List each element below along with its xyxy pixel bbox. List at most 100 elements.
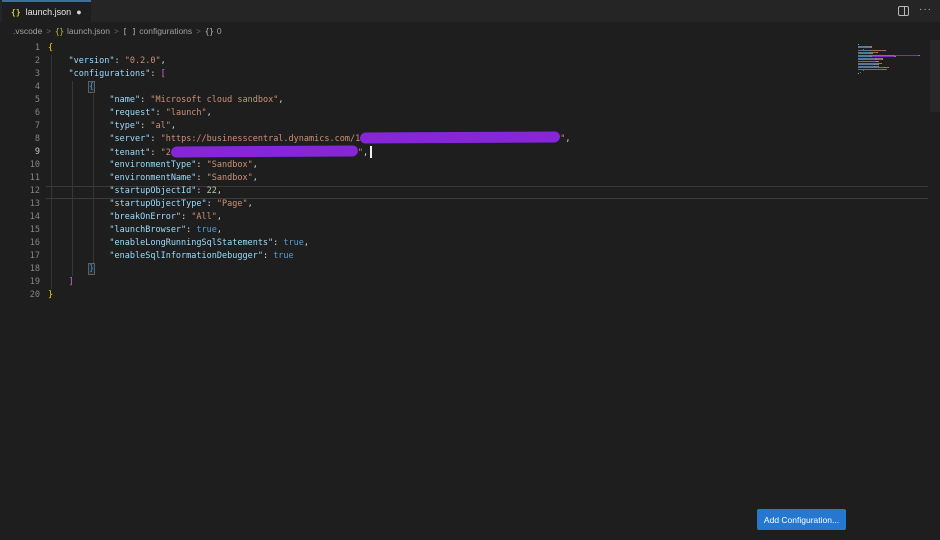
code-token: "launch" — [165, 108, 207, 118]
code-line-15[interactable]: "launchBrowser": true, — [48, 224, 570, 237]
minimap-segment — [887, 67, 889, 69]
code-token: : — [196, 160, 207, 170]
minimap-segment — [881, 62, 882, 64]
code-token: true — [196, 225, 217, 235]
tab-launch-json[interactable]: {} launch.json ● — [2, 0, 91, 22]
breadcrumb-item-launch-json[interactable]: {} launch.json — [55, 26, 110, 36]
code-token: , — [565, 134, 571, 144]
code-line-19[interactable]: ] — [48, 276, 570, 289]
breadcrumb-label: 0 — [216, 26, 222, 36]
code-token: : — [150, 148, 161, 158]
redaction-marker — [170, 145, 358, 158]
code-token: , — [216, 212, 223, 222]
code-token: "type" — [48, 121, 141, 131]
line-number: 19 — [29, 277, 40, 287]
code-token: , — [216, 225, 223, 235]
line-number: 2 — [34, 56, 40, 66]
breadcrumb-item--vscode[interactable]: .vscode — [13, 26, 42, 36]
line-number: 1 — [34, 43, 40, 53]
code-token: { — [48, 43, 54, 53]
code-token: "environmentName" — [48, 173, 197, 183]
minimap-segment — [860, 71, 861, 73]
code-editor[interactable]: 1 2 3 4 5 6 7 8 9 10 11 12 13 14 15 16 17 18 19 20 { "versi… — [0, 40, 940, 540]
code-token: : — [140, 121, 151, 131]
line-number: 15 — [29, 225, 40, 235]
code-token: "startupObjectId" — [48, 186, 197, 196]
line-number: 9 — [34, 147, 40, 157]
code-token: "version" — [48, 56, 115, 66]
minimap-segment — [894, 56, 896, 58]
code-line-2[interactable]: "version": "0.2.0", — [48, 55, 570, 68]
code-line-12[interactable]: "startupObjectId": 22, — [48, 185, 570, 198]
code-line-1[interactable]: { — [48, 42, 570, 55]
code-line-16[interactable]: "enableLongRunningSqlStatements": true, — [48, 237, 570, 250]
code-line-4[interactable]: { — [48, 81, 570, 94]
more-actions-icon[interactable]: ··· — [919, 4, 932, 18]
breadcrumb-item-0[interactable]: {} 0 — [205, 26, 222, 36]
breadcrumb-item-configurations[interactable]: [ ] configurations — [123, 26, 192, 36]
code-token: , — [206, 108, 212, 118]
code-token: "enableSqlInformationDebugger" — [48, 251, 263, 261]
code-token: : — [155, 108, 166, 118]
minimap-segment — [881, 59, 883, 61]
breadcrumb: .vscode >{} launch.json >[ ] configurations >… — [0, 22, 940, 40]
breadcrumb-label: configurations — [139, 26, 193, 36]
code-token: } — [87, 263, 96, 275]
code-token: "al" — [150, 121, 171, 131]
code-token: , — [362, 148, 369, 158]
minimap-segment — [884, 50, 886, 52]
code-token: : — [206, 199, 217, 209]
scrollbar[interactable] — [930, 40, 940, 112]
line-number: 8 — [34, 134, 40, 144]
json-file-icon: {} — [11, 7, 21, 17]
code-token: "Page" — [216, 199, 248, 209]
code-token: : — [140, 95, 151, 105]
code-line-10[interactable]: "environmentType": "Sandbox", — [48, 159, 570, 172]
code-line-6[interactable]: "request": "launch", — [48, 107, 570, 120]
code-line-20[interactable]: } — [48, 289, 570, 302]
minimap-segment — [918, 54, 920, 56]
unsaved-changes-dot-icon[interactable]: ● — [76, 7, 81, 17]
code-line-18[interactable]: } — [48, 263, 570, 276]
minimap[interactable] — [858, 44, 928, 75]
code-token: "server" — [48, 134, 151, 144]
line-number: 12 — [29, 186, 40, 196]
line-number: 4 — [34, 82, 40, 92]
text-cursor — [370, 146, 372, 158]
code-token: , — [170, 121, 176, 131]
code-token: "environmentType" — [48, 160, 197, 170]
code-token: "launchBrowser" — [48, 225, 187, 235]
minimap-segment — [862, 70, 864, 72]
code-token: } — [48, 290, 54, 300]
code-token: : — [262, 251, 274, 261]
code-token: "name" — [48, 95, 141, 105]
code-token: : — [150, 134, 161, 144]
code-token: , — [247, 199, 253, 209]
line-number: 16 — [29, 238, 40, 248]
code-line-8[interactable]: "server": "https://businesscentral.dynam… — [48, 131, 571, 146]
line-number: 17 — [29, 251, 40, 261]
code-line-17[interactable]: "enableSqlInformationDebugger": true — [48, 250, 570, 263]
code-token: "configurations" — [48, 69, 151, 79]
code-line-3[interactable]: "configurations": [ — [48, 68, 570, 81]
code-token: "enableLongRunningSqlStatements" — [48, 238, 274, 248]
code-line-11[interactable]: "environmentName": "Sandbox", — [48, 172, 570, 185]
code-token: "All" — [191, 212, 217, 222]
code-line-13[interactable]: "startupObjectType": "Page", — [48, 198, 570, 211]
tab-label: launch.json — [25, 7, 72, 17]
code-token: : — [196, 186, 207, 196]
line-number: 18 — [29, 264, 40, 274]
code-token: "0.2.0" — [124, 56, 161, 66]
code-content[interactable]: { "version": "0.2.0", "configurations": … — [48, 42, 570, 302]
add-configuration-button[interactable]: Add Configuration... — [757, 509, 846, 530]
code-line-9[interactable]: "tenant": "2 ", — [48, 145, 570, 159]
minimap-segment — [871, 47, 872, 49]
object-braces-icon: {} — [54, 26, 64, 36]
code-line-5[interactable]: "name": "Microsoft cloud sandbox", — [48, 94, 570, 107]
line-number: 13 — [29, 199, 40, 209]
code-token: , — [303, 238, 310, 248]
code-line-14[interactable]: "breakOnError": "All", — [48, 211, 570, 224]
minimap-line — [858, 73, 928, 75]
split-editor-icon[interactable] — [898, 6, 909, 16]
